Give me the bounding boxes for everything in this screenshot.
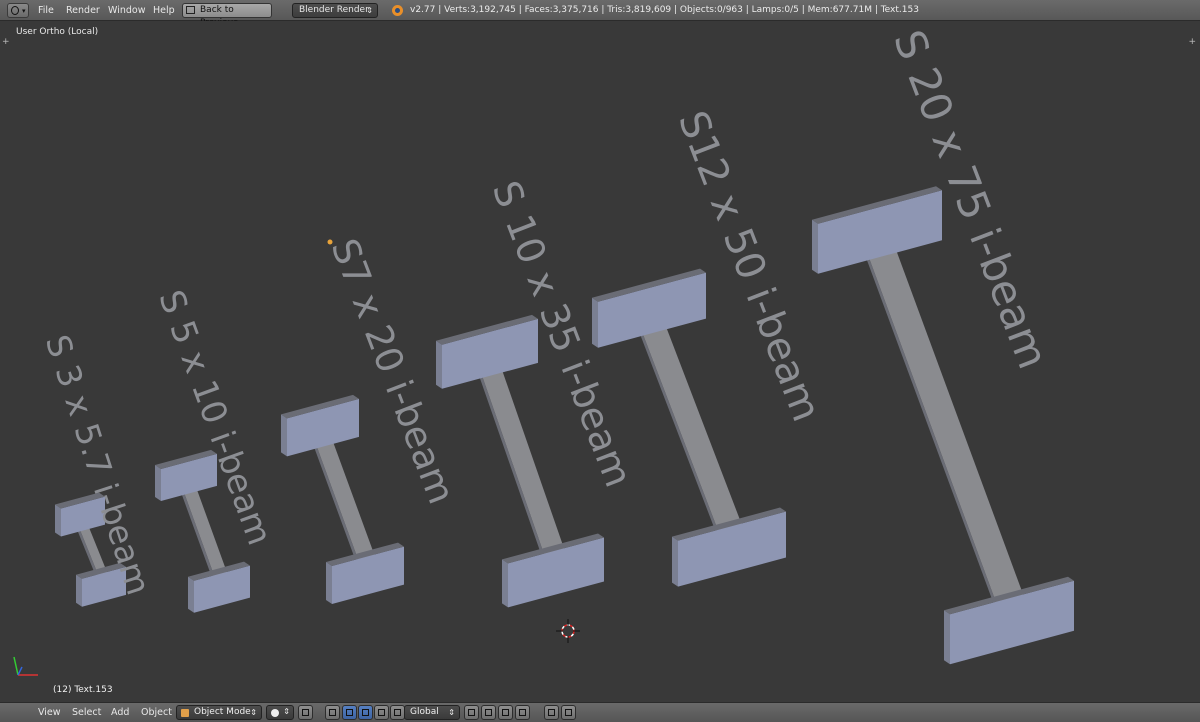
menu-select[interactable]: Select	[72, 707, 101, 719]
rotate-icon	[362, 709, 369, 716]
transform-orientation-value: Global	[410, 707, 439, 717]
object-mode-icon	[181, 709, 189, 717]
interaction-mode-select[interactable]: Object Mode ⇕	[176, 705, 262, 720]
menu-file[interactable]: File	[38, 4, 54, 17]
ibeam-3-top-flange-side	[281, 414, 287, 457]
ibeam-3-web	[314, 439, 377, 562]
ibeam-2-web	[182, 487, 229, 578]
ibeam-2-bottom-flange-side	[188, 576, 194, 613]
snap-toggle-button[interactable]	[544, 705, 559, 720]
render-engine-select[interactable]: Blender Render ⇕	[292, 3, 378, 18]
layer-icon	[519, 709, 526, 716]
ibeam-6-web-edge	[861, 244, 997, 605]
3d-view-header: View Select Add Object Object Mode ⇕ ⇕ G…	[0, 702, 1200, 722]
layer-icon	[502, 709, 509, 716]
scene-stats: v2.77 | Verts:3,192,745 | Faces:3,375,71…	[410, 5, 919, 15]
normal-manipulator-button[interactable]	[390, 705, 405, 720]
updown-arrows-icon: ⇕	[366, 6, 373, 15]
axis-gizmo-icon	[13, 656, 38, 676]
ibeam-6-bottom-flange-side	[944, 610, 950, 665]
transform-orientation-select[interactable]: Global ⇕	[404, 705, 460, 720]
ibeam-1-top-flange-side	[55, 504, 61, 537]
menu-render[interactable]: Render	[66, 4, 100, 17]
manipulator-icon	[329, 709, 336, 716]
menu-view[interactable]: View	[38, 707, 61, 719]
pivot-point-button[interactable]	[298, 705, 313, 720]
ibeam-4-bottom-flange-side	[502, 559, 508, 608]
active-object-label: (12) Text.153	[53, 685, 113, 695]
blender-logo-icon	[392, 5, 403, 16]
menu-window[interactable]: Window	[108, 4, 145, 17]
scale-icon	[378, 709, 385, 716]
magnet-icon	[548, 709, 555, 716]
render-engine-value: Blender Render	[299, 5, 369, 15]
layer-icon	[468, 709, 475, 716]
rotate-manipulator-button[interactable]	[358, 705, 373, 720]
ibeam-5-bottom-flange-side	[672, 536, 678, 587]
layer-button-3[interactable]	[498, 705, 513, 720]
updown-arrows-icon: ⇕	[250, 708, 257, 717]
scale-manipulator-button[interactable]	[374, 705, 389, 720]
back-to-previous-button[interactable]: Back to Previous	[182, 3, 272, 28]
ibeam-3-bottom-flange-side	[326, 562, 332, 605]
ibeam-5-web-edge	[635, 321, 719, 533]
snap-icon	[565, 709, 572, 716]
translate-manipulator-button[interactable]	[342, 705, 357, 720]
layer-button-2[interactable]	[481, 705, 496, 720]
ibeam-5-web	[639, 324, 745, 533]
pivot-icon	[302, 709, 309, 716]
ibeam-2-top-flange-side	[155, 464, 161, 501]
normal-icon	[394, 709, 401, 716]
ibeam-5-top-flange-side	[592, 297, 598, 348]
updown-arrows-icon: ⇕	[448, 708, 455, 717]
menu-add[interactable]: Add	[111, 707, 129, 719]
layer-icon	[485, 709, 492, 716]
info-editor-icon	[11, 6, 19, 15]
menu-help[interactable]: Help	[153, 4, 175, 17]
ibeam-6-top-flange-side	[812, 219, 818, 274]
layer-button-4[interactable]	[515, 705, 530, 720]
updown-arrows-icon: ⇕	[283, 707, 290, 716]
3d-viewport[interactable]: + + User Ortho (Local) S 3 x 5.7 i-beam …	[0, 21, 1200, 702]
arrow-icon	[346, 709, 353, 716]
ibeam-4-web	[479, 367, 567, 557]
chevron-down-icon: ▾	[22, 7, 26, 15]
layer-button-1[interactable]	[464, 705, 479, 720]
3d-cursor-icon	[556, 619, 580, 643]
manipulator-toggle-button[interactable]	[325, 705, 340, 720]
solid-shading-icon	[271, 709, 279, 717]
menu-object[interactable]: Object	[141, 707, 172, 719]
info-header: ▾ File Render Window Help Back to Previo…	[0, 0, 1200, 28]
editor-type-button[interactable]: ▾	[7, 3, 29, 18]
ibeam-4-top-flange-side	[436, 340, 442, 389]
snap-element-button[interactable]	[561, 705, 576, 720]
screen-icon	[186, 6, 195, 14]
viewport-shading-select[interactable]: ⇕	[266, 705, 294, 720]
ibeam-1-bottom-flange-side	[76, 574, 82, 607]
interaction-mode-value: Object Mode	[194, 707, 251, 717]
